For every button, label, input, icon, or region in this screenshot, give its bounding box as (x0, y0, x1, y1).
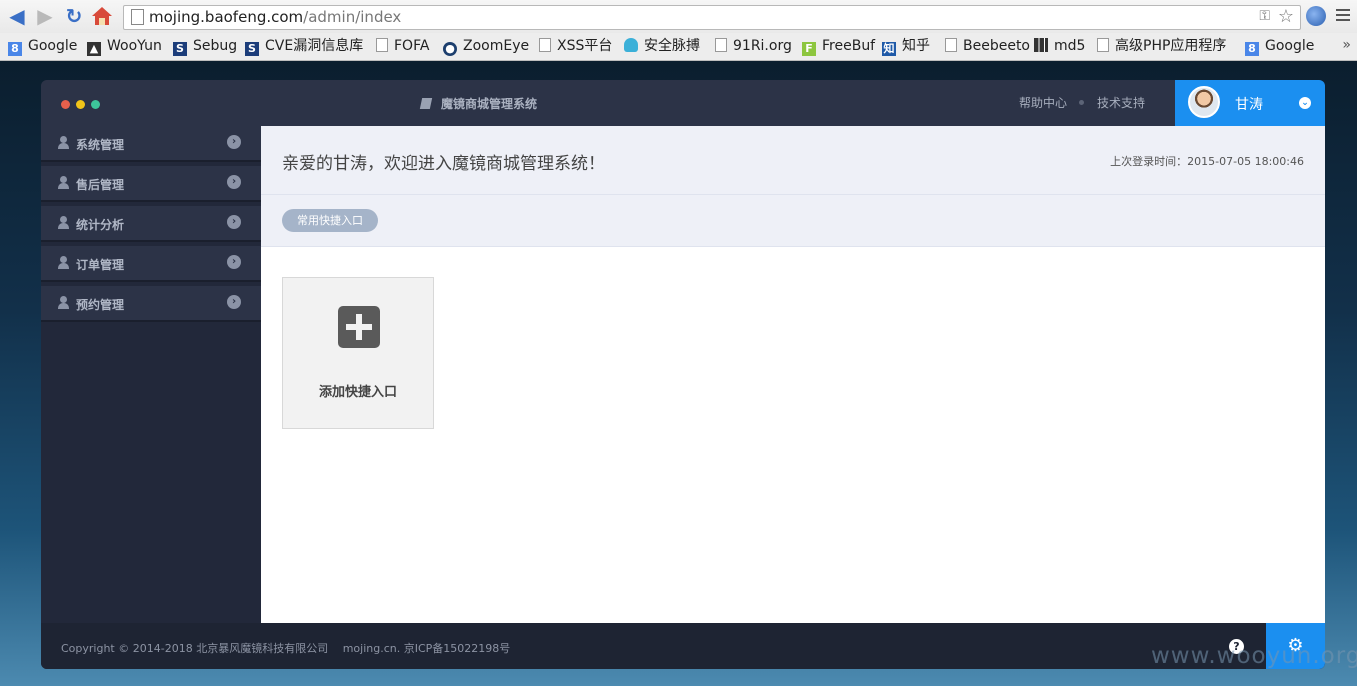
back-arrow-icon[interactable]: ◀ (6, 5, 28, 27)
user-name: 甘涛 (1235, 97, 1263, 113)
google-icon: 8 (8, 42, 22, 56)
welcome-message: 亲爱的甘涛，欢迎进入魔镜商城管理系统！ (282, 154, 605, 174)
reload-icon[interactable]: ↻ (63, 5, 85, 27)
yellow-dot-icon (76, 100, 85, 109)
forward-arrow-icon[interactable]: ▶ (34, 5, 56, 27)
bookmark-xss[interactable]: XSS平台 (539, 37, 612, 55)
bookmark-beebeeto[interactable]: Beebeeto (945, 37, 1030, 55)
chevron-right-icon: › (227, 255, 241, 269)
add-shortcut-button[interactable]: 添加快捷入口 (282, 277, 434, 429)
sidebar: 系统管理 › 售后管理 › 统计分析 › 订单管理 › 预约管理 › (41, 126, 261, 623)
page-icon (715, 38, 727, 52)
user-icon (58, 256, 69, 269)
red-dot-icon (61, 100, 70, 109)
google-icon: 8 (1245, 42, 1259, 56)
sebug-icon: S (173, 42, 187, 56)
menu-icon[interactable] (1336, 7, 1350, 24)
address-bar[interactable]: mojing.baofeng.com/admin/index ⚿ ☆ (123, 5, 1301, 30)
quick-entry-badge: 常用快捷入口 (282, 209, 378, 232)
main-content: 亲爱的甘涛，欢迎进入魔镜商城管理系统！ 上次登录时间：2015-07-05 18… (261, 126, 1325, 623)
quick-entry-bar: 常用快捷入口 (261, 195, 1325, 247)
chevron-right-icon: › (227, 135, 241, 149)
sidebar-item-after-sales[interactable]: 售后管理 › (41, 166, 261, 202)
sidebar-item-statistics[interactable]: 统计分析 › (41, 206, 261, 242)
zhihu-icon: 知 (882, 42, 896, 56)
bookmark-secpulse[interactable]: 安全脉搏 (624, 37, 700, 55)
eye-icon: ● (443, 42, 457, 56)
key-icon[interactable]: ⚿ (1259, 8, 1270, 24)
sidebar-item-system[interactable]: 系统管理 › (41, 126, 261, 162)
page-icon (945, 38, 957, 52)
welcome-bar: 亲爱的甘涛，欢迎进入魔镜商城管理系统！ 上次登录时间：2015-07-05 18… (261, 126, 1325, 195)
help-center-link[interactable]: 帮助中心 (1019, 94, 1067, 111)
chevron-right-icon: › (227, 175, 241, 189)
header-separator (1079, 100, 1084, 105)
page-icon (1097, 38, 1109, 52)
home-icon[interactable] (91, 5, 113, 27)
bookmark-freebuf[interactable]: F FreeBuf (802, 37, 875, 56)
bookmark-google-2[interactable]: 8 Google (1245, 37, 1314, 56)
bookmark-wooyun[interactable]: ▲ WooYun (87, 37, 162, 56)
bookmark-google[interactable]: 8 Google (8, 37, 77, 56)
book-icon (419, 98, 433, 109)
sidebar-item-label: 系统管理 (76, 138, 125, 152)
sidebar-item-reservations[interactable]: 预约管理 › (41, 286, 261, 322)
last-login-time: 上次登录时间：2015-07-05 18:00:46 (1110, 155, 1304, 168)
browser-toolbar: ◀ ▶ ↻ mojing.baofeng.com/admin/index ⚿ ☆ (0, 0, 1357, 33)
sidebar-item-label: 售后管理 (76, 178, 125, 192)
cloud-icon (624, 38, 638, 52)
user-icon (58, 216, 69, 229)
add-shortcut-label: 添加快捷入口 (318, 385, 397, 400)
bookmarks-more[interactable]: » (1342, 37, 1351, 53)
star-icon[interactable]: ☆ (1278, 6, 1294, 27)
bookmark-zhihu[interactable]: 知知乎 (882, 37, 930, 56)
sidebar-item-label: 预约管理 (76, 298, 125, 312)
user-icon (58, 176, 69, 189)
user-menu[interactable]: 甘涛 ⌄ (1175, 80, 1325, 126)
tech-support-link[interactable]: 技术支持 (1097, 94, 1145, 111)
green-dot-icon (91, 100, 100, 109)
bookmark-cve[interactable]: S CVE漏洞信息库 (245, 37, 363, 56)
avatar (1188, 86, 1220, 118)
chevron-right-icon: › (227, 215, 241, 229)
user-icon (58, 296, 69, 309)
sidebar-item-label: 统计分析 (76, 218, 125, 232)
url-text[interactable]: mojing.baofeng.com/admin/index (149, 8, 401, 26)
grid-icon (1034, 38, 1048, 52)
chevron-right-icon: › (227, 295, 241, 309)
bookmark-fofa[interactable]: FOFA (376, 37, 429, 55)
bookmark-zoomeye[interactable]: ● ZoomEye (443, 37, 529, 56)
footer: Copyright © 2014-2018 北京暴风魔镜科技有限公司 mojin… (41, 623, 1325, 669)
copyright-text: Copyright © 2014-2018 北京暴风魔镜科技有限公司 mojin… (61, 642, 511, 655)
bookmark-php[interactable]: 高级PHP应用程序 (1097, 37, 1232, 55)
page-icon (539, 38, 551, 52)
watermark: www.wooyun.org (1151, 643, 1357, 669)
bookmarks-bar: 8 Google ▲ WooYun S Sebug S CVE漏洞信息库 FOFA ● Z… (0, 33, 1357, 61)
chevron-down-icon[interactable]: ⌄ (1299, 97, 1311, 109)
plus-icon (338, 306, 380, 348)
bookmark-md5[interactable]: md5 (1034, 37, 1085, 55)
globe-icon[interactable] (1306, 6, 1326, 26)
app-header: 魔镜商城管理系统 帮助中心 技术支持 甘涛 ⌄ (41, 80, 1325, 126)
sidebar-item-orders[interactable]: 订单管理 › (41, 246, 261, 282)
bookmark-sebug[interactable]: S Sebug (173, 37, 237, 56)
page-icon (376, 38, 388, 52)
wooyun-icon: ▲ (87, 42, 101, 56)
sidebar-item-label: 订单管理 (76, 258, 125, 272)
freebuf-icon: F (802, 42, 816, 56)
app-title: 魔镜商城管理系统 (419, 95, 537, 112)
admin-app: 魔镜商城管理系统 帮助中心 技术支持 甘涛 ⌄ 系统管理 › 售后管理 › 统计… (41, 80, 1325, 669)
user-icon (58, 136, 69, 149)
cve-icon: S (245, 42, 259, 56)
bookmark-91ri[interactable]: 91Ri.org (715, 37, 792, 55)
page-icon (131, 9, 144, 25)
